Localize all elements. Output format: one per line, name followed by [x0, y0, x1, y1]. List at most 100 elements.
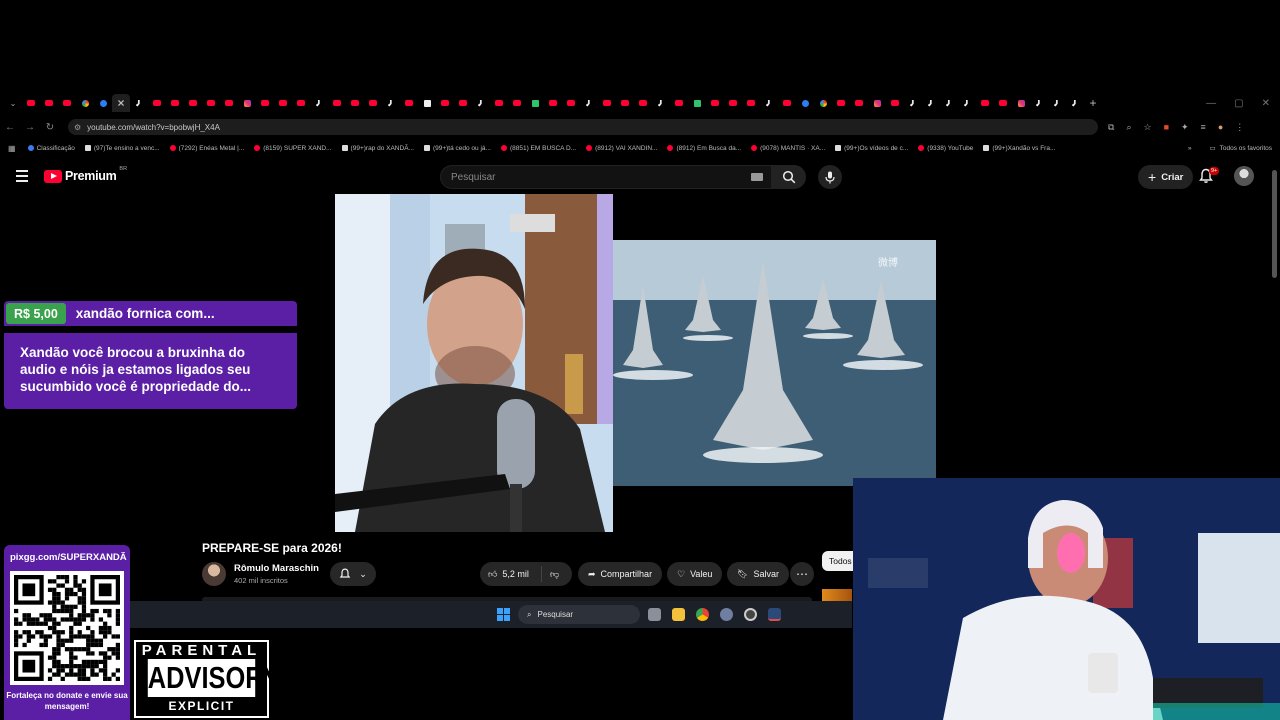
bookmark-item[interactable]: Classificação: [27, 145, 75, 152]
browser-tab[interactable]: [58, 94, 76, 112]
browser-tab[interactable]: [670, 94, 688, 112]
browser-tab[interactable]: [796, 94, 814, 112]
browser-tab[interactable]: [130, 94, 148, 112]
search-button[interactable]: [772, 165, 806, 189]
save-button[interactable]: 🔖︎ Salvar: [727, 562, 789, 586]
browser-tab[interactable]: [1066, 94, 1084, 112]
like-button[interactable]: 👍︎ 5,2 mil: [480, 566, 542, 582]
share-button[interactable]: ➦ Compartilhar: [578, 562, 663, 586]
taskbar-search[interactable]: ⌕ Pesquisar: [518, 605, 640, 624]
browser-tab[interactable]: [472, 94, 490, 112]
bookmark-item[interactable]: (99+)Os vídeos de c...: [835, 145, 908, 152]
browser-tab[interactable]: [994, 94, 1012, 112]
browser-tab[interactable]: [202, 94, 220, 112]
maximize-icon[interactable]: ▢: [1234, 98, 1243, 109]
browser-tab[interactable]: [76, 94, 94, 112]
menu-dots-icon[interactable]: ⋮: [1235, 122, 1244, 133]
browser-tab[interactable]: [364, 94, 382, 112]
browser-tab[interactable]: [508, 94, 526, 112]
account-avatar[interactable]: [1234, 166, 1254, 186]
browser-tab[interactable]: [166, 94, 184, 112]
browser-tab[interactable]: [652, 94, 670, 112]
warships-image[interactable]: [613, 240, 936, 486]
tab-list-chevron-icon[interactable]: ⌄: [4, 94, 22, 112]
create-button[interactable]: + Criar: [1138, 165, 1194, 189]
browser-tab[interactable]: [778, 94, 796, 112]
browser-tab[interactable]: [1012, 94, 1030, 112]
browser-tab[interactable]: [400, 94, 418, 112]
more-actions-button[interactable]: ⋯: [790, 562, 814, 586]
voice-search-button[interactable]: [818, 165, 842, 189]
browser-tab[interactable]: [634, 94, 652, 112]
browser-tab[interactable]: [238, 94, 256, 112]
close-tab-icon[interactable]: [118, 100, 124, 106]
browser-tab[interactable]: [346, 94, 364, 112]
browser-tab[interactable]: [94, 94, 112, 112]
browser-tab[interactable]: [184, 94, 202, 112]
all-bookmarks[interactable]: » ▭ Todos os favoritos: [1188, 141, 1272, 155]
bookmark-item[interactable]: (7292) Enéas Metal |...: [169, 145, 244, 152]
browser-tab[interactable]: [1048, 94, 1066, 112]
browser-tab[interactable]: [256, 94, 274, 112]
keyboard-icon[interactable]: [751, 173, 763, 181]
bookmark-item[interactable]: (8159) SUPER XAND...: [254, 145, 332, 152]
thanks-button[interactable]: ♡ Valeu: [667, 562, 723, 586]
settings-icon[interactable]: [720, 608, 733, 621]
browser-tab[interactable]: [760, 94, 778, 112]
bookmark-item[interactable]: (99+)Xandão vs Fra...: [983, 145, 1055, 152]
browser-tab[interactable]: [418, 94, 436, 112]
browser-tab[interactable]: [706, 94, 724, 112]
bookmark-item[interactable]: (97)Te ensino a venc...: [84, 145, 160, 152]
subscription-bell-button[interactable]: ⌄: [330, 562, 376, 586]
browser-tab[interactable]: [742, 94, 760, 112]
browser-tab[interactable]: [454, 94, 472, 112]
menu-icon[interactable]: [16, 170, 28, 182]
file-explorer-icon[interactable]: [672, 608, 685, 621]
url-field[interactable]: ⚙ youtube.com/watch?v=bpobwjH_X4A: [68, 119, 1098, 135]
video-host-webcam[interactable]: [335, 194, 613, 532]
channel-name[interactable]: Rômulo Maraschin: [234, 563, 319, 574]
apps-grid-icon[interactable]: ▦: [8, 144, 16, 153]
extension-red-icon[interactable]: ■: [1164, 122, 1169, 132]
youtube-logo[interactable]: Premium BR: [44, 166, 127, 183]
browser-tab[interactable]: [598, 94, 616, 112]
task-view-icon[interactable]: [648, 608, 661, 621]
browser-tab[interactable]: [382, 94, 400, 112]
channel-avatar[interactable]: [202, 562, 226, 586]
browser-tab[interactable]: [940, 94, 958, 112]
browser-tab[interactable]: [436, 94, 454, 112]
reading-list-icon[interactable]: ≡: [1201, 122, 1206, 132]
browser-tab[interactable]: [148, 94, 166, 112]
browser-tab[interactable]: [832, 94, 850, 112]
dislike-button[interactable]: 👎︎: [542, 569, 559, 580]
browser-tab[interactable]: [688, 94, 706, 112]
install-icon[interactable]: ⧉: [1108, 122, 1114, 133]
profile-icon[interactable]: ●: [1218, 122, 1223, 132]
site-info-icon[interactable]: ⚙: [74, 123, 81, 132]
browser-tab[interactable]: [922, 94, 940, 112]
browser-tab[interactable]: [22, 94, 40, 112]
browser-tab[interactable]: [292, 94, 310, 112]
browser-tab[interactable]: [1030, 94, 1048, 112]
zoom-icon[interactable]: ⌕: [1126, 122, 1131, 133]
bookmark-item[interactable]: (99+)rap do XANDÃ...: [341, 145, 414, 152]
browser-tab[interactable]: [814, 94, 832, 112]
browser-tab[interactable]: [526, 94, 544, 112]
browser-tab[interactable]: [562, 94, 580, 112]
browser-tab[interactable]: [220, 94, 238, 112]
search-input[interactable]: Pesquisar: [440, 165, 772, 189]
browser-tab[interactable]: [886, 94, 904, 112]
bookmark-item[interactable]: (8851) EM BUSCA D...: [500, 145, 576, 152]
obs-icon[interactable]: [744, 608, 757, 621]
extensions-icon[interactable]: ✦: [1181, 122, 1189, 133]
back-icon[interactable]: ←: [0, 122, 20, 133]
forward-icon[interactable]: →: [20, 122, 40, 133]
recommended-thumbnail[interactable]: [822, 589, 852, 601]
bookmark-item[interactable]: (8912) Em Busca da...: [667, 145, 741, 152]
browser-tab[interactable]: [580, 94, 598, 112]
browser-tab[interactable]: [490, 94, 508, 112]
browser-tab-active[interactable]: [112, 94, 130, 112]
bookmark-item[interactable]: (8912) VAI XANDIN...: [586, 145, 657, 152]
browser-tab[interactable]: [328, 94, 346, 112]
browser-tab[interactable]: [544, 94, 562, 112]
